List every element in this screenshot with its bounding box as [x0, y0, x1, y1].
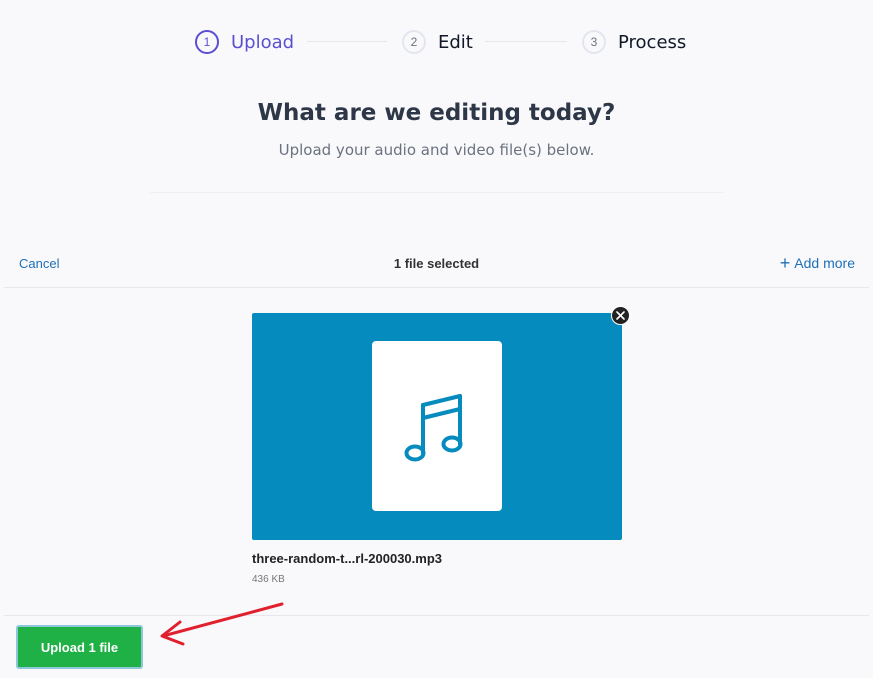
step-upload[interactable]: 1 Upload [195, 29, 294, 55]
page-title: What are we editing today? [257, 100, 616, 126]
step-label: Edit [438, 31, 473, 53]
close-icon [616, 311, 625, 320]
step-connector [307, 41, 387, 42]
step-connector [485, 41, 567, 42]
page-subtitle: Upload your audio and video file(s) belo… [278, 141, 595, 159]
divider [4, 615, 869, 616]
music-note-icon [404, 394, 463, 462]
step-number: 2 [402, 30, 426, 54]
step-process[interactable]: 3 Process [582, 29, 686, 55]
file-type-document [372, 341, 502, 511]
annotation-arrow-icon [160, 602, 284, 646]
add-more-button[interactable]: + Add more [780, 254, 855, 272]
add-more-label: Add more [794, 255, 855, 271]
file-preview [252, 313, 622, 540]
stepper: 1 Upload 2 Edit 3 Process [0, 29, 873, 55]
divider [150, 192, 724, 193]
selection-status: 1 file selected [393, 256, 480, 271]
step-number: 3 [582, 30, 606, 54]
file-name: three-random-t...rl-200030.mp3 [252, 551, 443, 566]
remove-file-button[interactable] [611, 306, 630, 325]
step-label: Process [618, 31, 687, 53]
step-label: Upload [231, 31, 295, 53]
file-size: 436 KB [252, 574, 285, 585]
uploader-top-bar: Cancel 1 file selected + Add more [4, 240, 869, 288]
upload-button[interactable]: Upload 1 file [16, 625, 143, 669]
step-edit[interactable]: 2 Edit [402, 29, 473, 55]
plus-icon: + [779, 253, 791, 273]
step-number: 1 [195, 30, 219, 54]
